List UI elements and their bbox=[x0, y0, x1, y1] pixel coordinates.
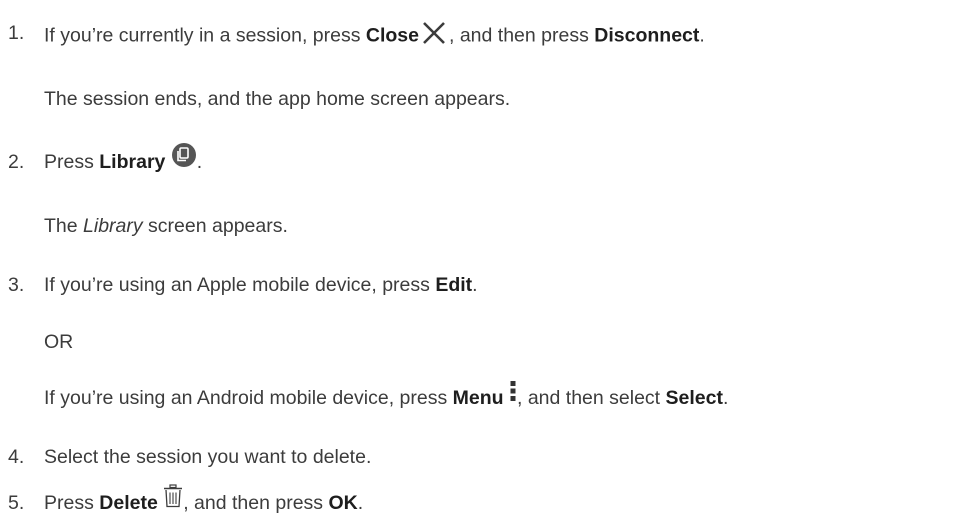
alt-text-pre: If you’re using an Android mobile device… bbox=[44, 387, 453, 409]
ok-label: OK bbox=[328, 492, 358, 514]
step-text-pre: If you’re using an Apple mobile device, … bbox=[44, 274, 436, 296]
step-text: If you’re using an Apple mobile device, … bbox=[44, 272, 478, 298]
library-icon bbox=[171, 142, 197, 175]
menu-label: Menu bbox=[452, 387, 504, 409]
step-number: 3. bbox=[8, 274, 25, 296]
step-text-post: . bbox=[357, 492, 364, 514]
close-x-icon bbox=[419, 20, 449, 53]
step-text-mid: , and then press bbox=[183, 492, 329, 514]
alt-text: If you’re using an Android mobile device… bbox=[44, 381, 729, 411]
step-number: 4. bbox=[8, 446, 25, 468]
step-text: Press Library . bbox=[44, 143, 203, 175]
trash-icon bbox=[163, 484, 183, 515]
step-number: 2. bbox=[8, 151, 25, 173]
step-text-pre: Press bbox=[44, 151, 100, 173]
result-pre: The bbox=[44, 215, 84, 237]
step-text-post: . bbox=[699, 24, 705, 47]
result-post: screen appears. bbox=[142, 215, 288, 237]
step-number: 1. bbox=[8, 22, 25, 44]
disconnect-label: Disconnect bbox=[594, 24, 700, 47]
step-text-post: . bbox=[196, 151, 203, 173]
vertical-dots-menu-icon bbox=[509, 380, 517, 409]
edit-label: Edit bbox=[435, 274, 473, 296]
step-text-pre: Press bbox=[44, 492, 100, 514]
step-text: If you’re currently in a session, press … bbox=[44, 20, 705, 53]
step-number: 5. bbox=[8, 492, 25, 514]
select-label: Select bbox=[665, 387, 723, 409]
step-text: Select the session you want to delete. bbox=[44, 446, 372, 468]
step-text-pre: If you’re currently in a session, press bbox=[44, 24, 366, 47]
library-screen-name: Library bbox=[83, 215, 143, 237]
or-text: OR bbox=[44, 331, 74, 353]
alt-text-mid: , and then select bbox=[517, 387, 666, 409]
result-text: The Library screen appears. bbox=[44, 213, 288, 239]
delete-label: Delete bbox=[99, 492, 158, 514]
close-label: Close bbox=[365, 24, 419, 47]
step-text-post: . bbox=[472, 274, 478, 296]
library-label: Library bbox=[99, 151, 166, 173]
result-text: The session ends, and the app home scree… bbox=[44, 88, 511, 110]
step-text-mid: , and then press bbox=[449, 24, 595, 47]
alt-text-post: . bbox=[722, 387, 729, 409]
step-text: Press Delete , and then press OK. bbox=[44, 484, 364, 516]
